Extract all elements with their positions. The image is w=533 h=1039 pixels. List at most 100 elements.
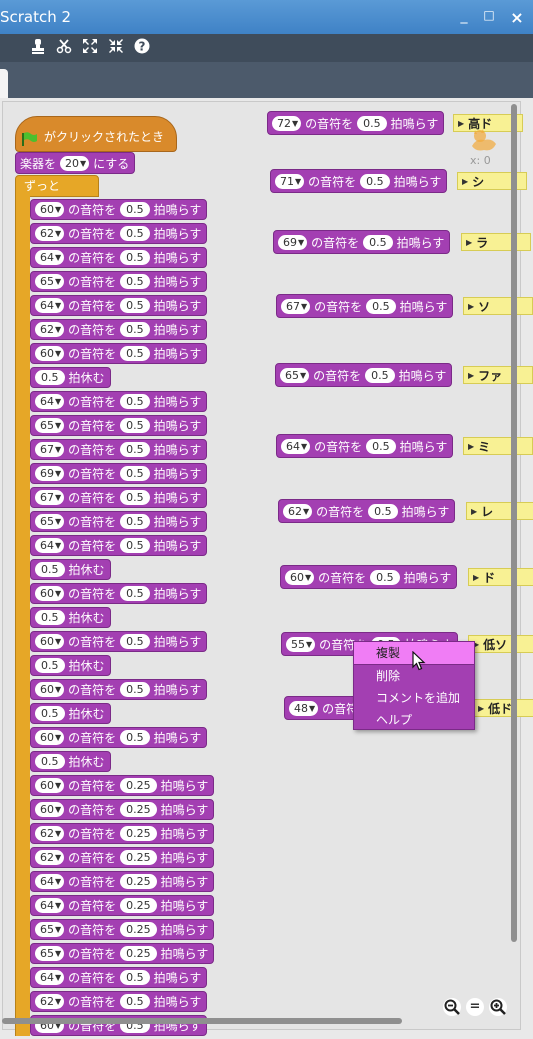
rest-beats-input[interactable]: 0.5 <box>35 754 65 769</box>
note-dropdown[interactable]: 48 ▼ <box>289 700 319 716</box>
close-button[interactable]: × <box>507 8 527 27</box>
note-dropdown[interactable]: 64 ▼ <box>35 898 65 913</box>
note-name-label[interactable]: ▶ 低ソ <box>468 635 533 653</box>
play-note-block[interactable]: 62 ▼ の音符を 0.25 拍鳴らす <box>30 823 215 844</box>
beats-input[interactable]: 0.5 <box>363 234 393 250</box>
rest-block[interactable]: 0.5 拍休む <box>30 367 111 388</box>
note-dropdown[interactable]: 64 ▼ <box>35 538 65 553</box>
note-dropdown[interactable]: 67 ▼ <box>281 298 311 314</box>
play-note-block[interactable]: 64 ▼ の音符を 0.25 拍鳴らす <box>30 871 215 892</box>
cut-scissors-icon[interactable] <box>54 38 74 58</box>
note-dropdown[interactable]: 60 ▼ <box>35 802 65 817</box>
play-note-block[interactable]: 62 ▼ の音符を 0.5 拍鳴らす <box>30 223 208 244</box>
note-name-label[interactable]: ▶ ソ <box>463 297 533 315</box>
beats-input[interactable]: 0.25 <box>120 778 157 793</box>
menu-item-help[interactable]: ヘルプ <box>354 709 474 731</box>
play-note-block[interactable]: 67 ▼ の音符を 0.5 拍鳴らす <box>30 439 208 460</box>
tab-scripts[interactable] <box>0 69 8 98</box>
beats-input[interactable]: 0.5 <box>365 367 395 383</box>
maximize-button[interactable]: □ <box>479 8 499 22</box>
note-dropdown[interactable]: 60 ▼ <box>35 730 65 745</box>
rest-block[interactable]: 0.5 拍休む <box>30 559 111 580</box>
play-note-block[interactable]: 65 ▼ の音符を 0.5 拍鳴らす <box>30 511 208 532</box>
note-dropdown[interactable]: 71 ▼ <box>275 173 305 189</box>
zoom-in-icon[interactable] <box>489 998 507 1016</box>
beats-input[interactable]: 0.25 <box>120 826 157 841</box>
note-dropdown[interactable]: 69 ▼ <box>278 234 308 250</box>
note-dropdown[interactable]: 65 ▼ <box>280 367 310 383</box>
zoom-out-icon[interactable] <box>443 998 461 1016</box>
rest-beats-input[interactable]: 0.5 <box>35 610 65 625</box>
play-note-block[interactable]: 60 ▼ の音符を 0.5 拍鳴らす <box>30 679 208 700</box>
beats-input[interactable]: 0.5 <box>120 322 150 337</box>
beats-input[interactable]: 0.5 <box>366 298 396 314</box>
note-name-label[interactable]: ▶ ド <box>468 568 533 586</box>
note-dropdown[interactable]: 72 ▼ <box>272 115 302 131</box>
minimize-button[interactable]: _ <box>454 8 474 24</box>
note-dropdown[interactable]: 55 ▼ <box>286 636 316 652</box>
play-note-block[interactable]: 72 ▼ の音符を 0.5 拍鳴らす <box>267 111 445 135</box>
play-note-block[interactable]: 67 ▼ の音符を 0.5 拍鳴らす <box>30 487 208 508</box>
note-dropdown[interactable]: 60 ▼ <box>35 346 65 361</box>
play-note-block[interactable]: 65 ▼ の音符を 0.5 拍鳴らす <box>30 271 208 292</box>
note-name-label[interactable]: ▶ ラ <box>461 233 531 251</box>
beats-input[interactable]: 0.5 <box>360 173 390 189</box>
rest-block[interactable]: 0.5 拍休む <box>30 607 111 628</box>
grow-icon[interactable] <box>80 38 100 58</box>
menu-item-add-comment[interactable]: コメントを追加 <box>354 687 474 709</box>
note-name-label[interactable]: ▶ ファ <box>463 366 533 384</box>
play-note-block[interactable]: 60 ▼ の音符を 0.25 拍鳴らす <box>30 799 215 820</box>
play-note-block[interactable]: 65 ▼ の音符を 0.5 拍鳴らす <box>275 363 453 387</box>
rest-beats-input[interactable]: 0.5 <box>35 706 65 721</box>
note-dropdown[interactable]: 60 ▼ <box>35 586 65 601</box>
rest-block[interactable]: 0.5 拍休む <box>30 751 111 772</box>
play-note-block[interactable]: 64 ▼ の音符を 0.5 拍鳴らす <box>30 535 208 556</box>
note-dropdown[interactable]: 62 ▼ <box>35 826 65 841</box>
beats-input[interactable]: 0.25 <box>120 946 157 961</box>
rest-block[interactable]: 0.5 拍休む <box>30 703 111 724</box>
note-dropdown[interactable]: 64 ▼ <box>35 298 65 313</box>
play-note-block[interactable]: 64 ▼ の音符を 0.5 拍鳴らす <box>276 434 454 458</box>
play-note-block[interactable]: 71 ▼ の音符を 0.5 拍鳴らす <box>270 169 448 193</box>
note-dropdown[interactable]: 67 ▼ <box>35 490 65 505</box>
note-dropdown[interactable]: 64 ▼ <box>35 874 65 889</box>
note-dropdown[interactable]: 64 ▼ <box>35 394 65 409</box>
beats-input[interactable]: 0.5 <box>120 226 150 241</box>
beats-input[interactable]: 0.5 <box>120 682 150 697</box>
note-dropdown[interactable]: 62 ▼ <box>283 503 313 519</box>
beats-input[interactable]: 0.5 <box>120 514 150 529</box>
beats-input[interactable]: 0.5 <box>120 730 150 745</box>
note-dropdown[interactable]: 60 ▼ <box>35 682 65 697</box>
beats-input[interactable]: 0.5 <box>368 503 398 519</box>
note-name-label[interactable]: ▶ ミ <box>463 437 533 455</box>
rest-beats-input[interactable]: 0.5 <box>35 562 65 577</box>
play-note-block[interactable]: 60 ▼ の音符を 0.5 拍鳴らす <box>280 565 458 589</box>
play-note-block[interactable]: 60 ▼ の音符を 0.5 拍鳴らす <box>30 583 208 604</box>
note-dropdown[interactable]: 65 ▼ <box>35 922 65 937</box>
beats-input[interactable]: 0.5 <box>120 994 150 1009</box>
play-note-block[interactable]: 62 ▼ の音符を 0.5 拍鳴らす <box>278 499 456 523</box>
beats-input[interactable]: 0.25 <box>120 802 157 817</box>
instrument-dropdown[interactable]: 20 ▼ <box>60 155 90 171</box>
note-name-label[interactable]: ▶ 低ド <box>473 699 533 717</box>
beats-input[interactable]: 0.5 <box>120 202 150 217</box>
play-note-block[interactable]: 64 ▼ の音符を 0.5 拍鳴らす <box>30 247 208 268</box>
beats-input[interactable]: 0.5 <box>120 394 150 409</box>
play-note-block[interactable]: 60 ▼ の音符を 0.5 拍鳴らす <box>30 343 208 364</box>
beats-input[interactable]: 0.5 <box>120 250 150 265</box>
note-dropdown[interactable]: 65 ▼ <box>35 274 65 289</box>
shrink-icon[interactable] <box>106 38 126 58</box>
play-note-block[interactable]: 64 ▼ の音符を 0.5 拍鳴らす <box>30 391 208 412</box>
note-dropdown[interactable]: 64 ▼ <box>35 250 65 265</box>
note-name-label[interactable]: ▶ レ <box>466 502 533 520</box>
horizontal-scrollbar[interactable] <box>2 1018 402 1024</box>
note-dropdown[interactable]: 64 ▼ <box>281 438 311 454</box>
note-dropdown[interactable]: 62 ▼ <box>35 226 65 241</box>
beats-input[interactable]: 0.5 <box>120 418 150 433</box>
note-dropdown[interactable]: 60 ▼ <box>35 778 65 793</box>
beats-input[interactable]: 0.25 <box>120 850 157 865</box>
beats-input[interactable]: 0.5 <box>120 970 150 985</box>
note-dropdown[interactable]: 62 ▼ <box>35 322 65 337</box>
beats-input[interactable]: 0.5 <box>120 490 150 505</box>
beats-input[interactable]: 0.5 <box>120 346 150 361</box>
